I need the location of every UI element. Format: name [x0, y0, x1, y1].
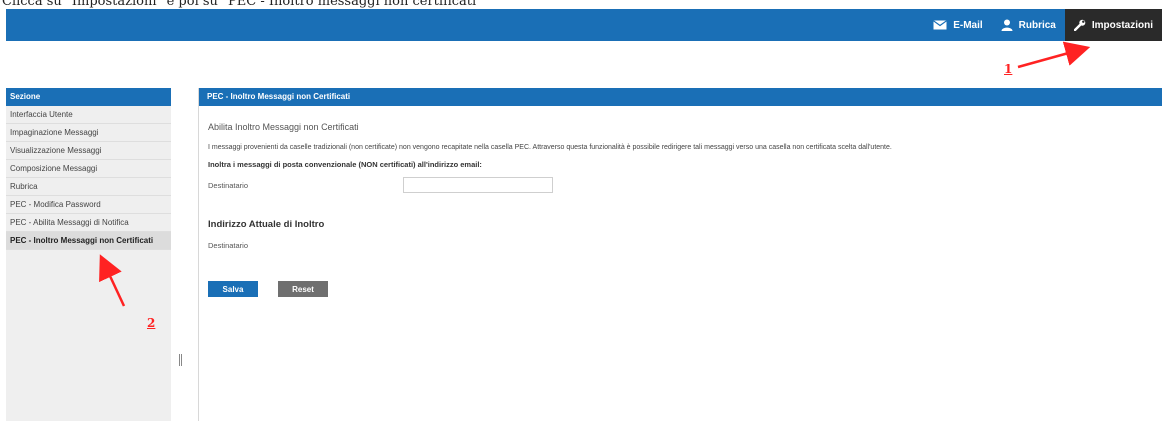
instruction-caption: Clicca su "Impostazioni" e poi su "PEC -… — [2, 0, 483, 9]
panel-resize-handle[interactable] — [179, 354, 182, 366]
nav-impostazioni[interactable]: Impostazioni — [1064, 9, 1162, 41]
section-description: I messaggi provenienti da caselle tradiz… — [208, 144, 892, 151]
current-recipient-label: Destinatario — [208, 241, 249, 250]
settings-panel: PEC - Inoltro Messaggi non Certificati A… — [198, 88, 1162, 421]
wrench-icon — [1073, 19, 1086, 31]
top-bar: E-Mail Rubrica Impostazioni — [6, 9, 1162, 41]
reset-button[interactable]: Reset — [278, 281, 328, 297]
panel-title: PEC - Inoltro Messaggi non Certificati — [199, 88, 1162, 106]
user-icon — [1001, 19, 1013, 31]
nav-rubrica-label: Rubrica — [1018, 19, 1056, 31]
recipient-label: Destinatario — [208, 181, 249, 190]
top-nav: E-Mail Rubrica Impostazioni — [924, 9, 1162, 41]
section-subtitle: Abilita Inoltro Messaggi non Certificati — [208, 122, 359, 132]
nav-rubrica[interactable]: Rubrica — [992, 9, 1065, 41]
sidebar-item-composizione-messaggi[interactable]: Composizione Messaggi — [6, 160, 171, 178]
recipient-email-input[interactable] — [403, 177, 553, 193]
nav-impostazioni-label: Impostazioni — [1091, 19, 1153, 31]
step-2-marker: 2 — [147, 316, 156, 330]
sidebar-item-pec-modifica-password[interactable]: PEC - Modifica Password — [6, 196, 171, 214]
sidebar-item-visualizzazione-messaggi[interactable]: Visualizzazione Messaggi — [6, 142, 171, 160]
forward-instruction: Inoltra i messaggi di posta convenzional… — [208, 160, 482, 169]
envelope-icon — [933, 20, 948, 30]
sidebar-item-pec-abilita-notifica[interactable]: PEC - Abilita Messaggi di Notifica — [6, 214, 171, 232]
save-button[interactable]: Salva — [208, 281, 258, 297]
nav-email-label: E-Mail — [953, 19, 983, 31]
settings-sidebar: Sezione Interfaccia Utente Impaginazione… — [6, 88, 171, 421]
sidebar-item-pec-inoltro-non-certificati[interactable]: PEC - Inoltro Messaggi non Certificati — [6, 232, 171, 250]
sidebar-title: Sezione — [6, 88, 171, 106]
sidebar-item-interfaccia-utente[interactable]: Interfaccia Utente — [6, 106, 171, 124]
arrow-to-impostazioni — [1017, 41, 1091, 69]
sidebar-item-rubrica[interactable]: Rubrica — [6, 178, 171, 196]
nav-email[interactable]: E-Mail — [924, 9, 991, 41]
current-forward-heading: Indirizzo Attuale di Inoltro — [208, 219, 325, 230]
step-1-marker: 1 — [1004, 62, 1013, 76]
sidebar-item-impaginazione-messaggi[interactable]: Impaginazione Messaggi — [6, 124, 171, 142]
